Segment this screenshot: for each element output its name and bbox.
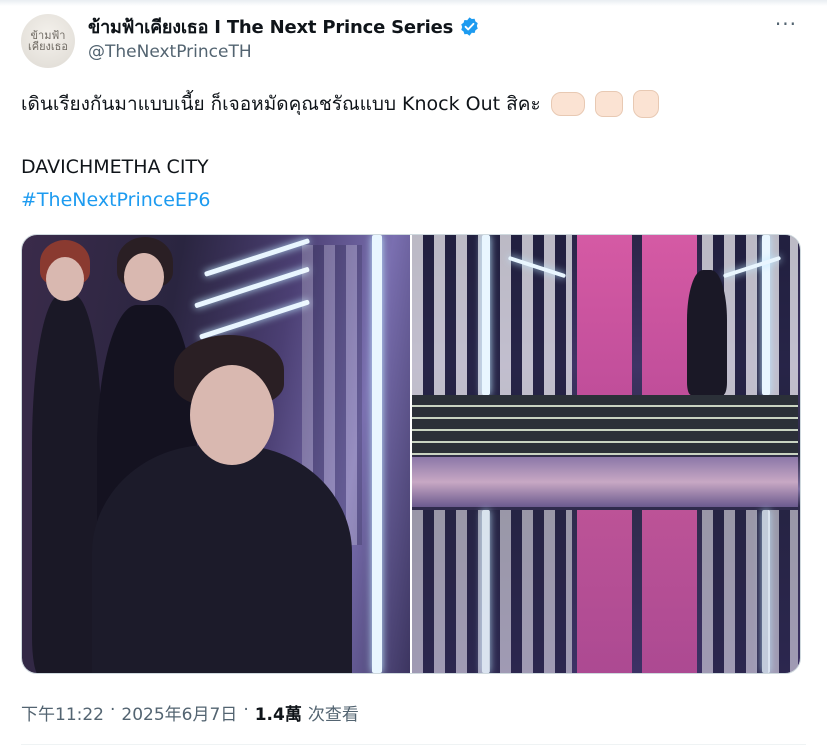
person-figure <box>92 445 352 673</box>
tweet-text-line2: DAVICHMETHA CITY <box>21 156 209 178</box>
display-name[interactable]: ข้ามฟ้าเคียงเธอ I The Next Prince Series <box>88 12 453 41</box>
person-head <box>190 365 274 465</box>
tile-reflection <box>702 510 798 673</box>
stairs <box>412 395 798 455</box>
user-handle[interactable]: @TheNextPrinceTH <box>88 42 252 62</box>
author-row: ข้ามฟ้าเคียงเธอ I The Next Prince Series <box>88 12 480 41</box>
separator: · <box>243 700 249 720</box>
raised-fist-icon <box>632 90 659 118</box>
avatar[interactable]: ข้ามฟ้า เคียงเธอ <box>21 14 75 68</box>
media-grid[interactable] <box>21 234 801 674</box>
tweet-meta: 下午11:22 · 2025年6月7日 · 1.4萬 次查看 <box>21 700 359 725</box>
tweet-date[interactable]: 2025年6月7日 <box>121 700 237 725</box>
neon-reflection <box>482 510 490 673</box>
floor-reflection <box>412 457 798 507</box>
more-options-button[interactable]: ··· <box>775 12 797 36</box>
pink-panel-reflection <box>577 510 632 673</box>
neon-reflection <box>762 510 770 673</box>
photo-1[interactable] <box>22 235 410 673</box>
photo-2[interactable] <box>412 235 800 673</box>
tweet-time[interactable]: 下午11:22 <box>21 700 104 725</box>
top-edge <box>0 0 827 6</box>
fist-right-icon <box>550 92 585 116</box>
tweet-text-line1: เดินเรียงกันมาแบบเนี้ย ก็เจอหมัดคุณชรัณแ… <box>21 90 659 118</box>
verified-badge-icon <box>461 17 478 36</box>
neon-light <box>372 235 382 673</box>
fist-front-icon <box>594 91 623 117</box>
view-count: 1.4萬 <box>254 705 302 725</box>
pink-panel-reflection <box>642 510 697 673</box>
views-label: 次查看 <box>307 705 359 725</box>
tile-reflection <box>412 510 572 673</box>
person-head <box>46 257 84 301</box>
neon-light <box>199 299 310 340</box>
pink-panel <box>577 235 632 395</box>
person-figure <box>687 270 727 395</box>
tile-wall <box>412 235 572 395</box>
tweet-body-text: เดินเรียงกันมาแบบเนี้ย ก็เจอหมัดคุณชรัณแ… <box>21 93 541 115</box>
neon-light <box>482 235 490 395</box>
separator: · <box>110 700 116 720</box>
hashtag-link[interactable]: #TheNextPrinceEP6 <box>21 188 210 212</box>
avatar-text: ข้ามฟ้า เคียงเธอ <box>27 29 68 53</box>
person-head <box>124 253 164 301</box>
divider <box>21 744 806 745</box>
